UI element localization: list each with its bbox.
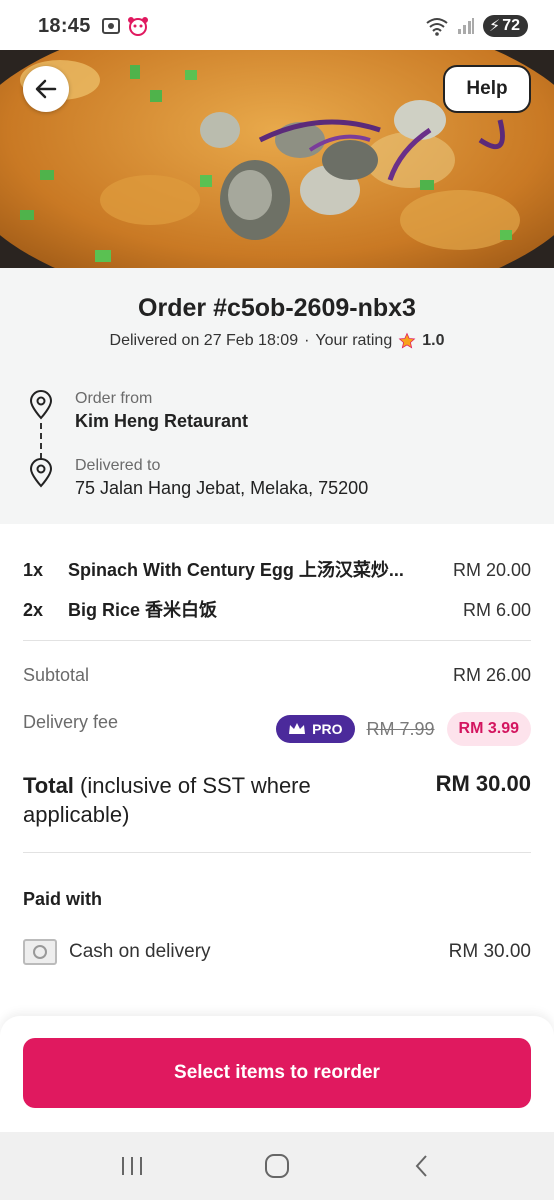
item-name: Big Rice 香米白饭 <box>68 600 218 620</box>
delivered-date: Delivered on 27 Feb 18:09 <box>109 332 299 349</box>
order-title: Order #c5ob-2609-nbx3 <box>138 294 416 322</box>
home-icon <box>264 1154 289 1178</box>
bolt-icon: ⚡ <box>488 18 501 35</box>
meta-separator: · <box>304 332 310 349</box>
route-line <box>40 423 42 459</box>
list-item: 1x Spinach With Century Egg 上汤汉菜炒... RM … <box>23 556 531 582</box>
delivery-fee-label: Delivery fee <box>23 712 119 732</box>
location-pin-icon <box>29 458 53 488</box>
payment-row: Cash on delivery RM 30.00 <box>23 939 531 965</box>
help-button[interactable]: Help <box>443 65 531 113</box>
order-from: Order from Kim Heng Retaurant <box>75 390 248 432</box>
restaurant-name: Kim Heng Retaurant <box>75 411 249 431</box>
delivered-to: Delivered to 75 Jalan Hang Jebat, Melaka… <box>75 457 368 499</box>
system-nav-bar <box>0 1132 554 1200</box>
location-pin-icon <box>29 390 53 420</box>
signal-icon <box>457 18 474 34</box>
original-delivery-fee: RM 7.99 <box>366 718 435 739</box>
item-quantity: 1x <box>23 560 44 580</box>
total-label-bold: Total <box>23 773 74 798</box>
cash-icon <box>23 939 57 965</box>
delivery-address: 75 Jalan Hang Jebat, Melaka, 75200 <box>75 478 369 498</box>
subtotal-value: RM 26.00 <box>452 665 531 685</box>
payment-amount: RM 30.00 <box>448 941 531 962</box>
total-label: Total (inclusive of SST where applicable… <box>23 771 363 829</box>
item-price: RM 6.00 <box>462 600 531 620</box>
reorder-button[interactable]: Select items to reorder <box>23 1038 531 1108</box>
wifi-icon <box>426 18 448 36</box>
crown-icon <box>289 723 306 734</box>
payment-method: Cash on delivery <box>69 941 211 962</box>
screen-recorder-icon <box>101 18 120 34</box>
foodpanda-icon <box>127 17 148 36</box>
battery-icon: ⚡ 72 <box>482 15 528 37</box>
pro-badge: PRO <box>276 715 355 743</box>
back-button[interactable] <box>23 66 69 112</box>
star-icon <box>398 332 416 349</box>
recent-apps-button[interactable] <box>108 1142 156 1190</box>
status-bar: 18:45 ⚡ 72 <box>0 0 554 52</box>
total-value: RM 30.00 <box>435 771 531 796</box>
discounted-delivery-fee: RM 3.99 <box>446 712 531 746</box>
order-header: Order #c5ob-2609-nbx3 Delivered on 27 Fe… <box>0 268 554 524</box>
system-back-button[interactable] <box>398 1142 446 1190</box>
rating-label: Your rating <box>315 332 393 349</box>
chevron-left-icon <box>415 1155 427 1177</box>
delivery-fee-row: Delivery fee PRO RM 7.99 RM 3.99 <box>23 712 531 746</box>
paid-with-title: Paid with <box>23 889 103 909</box>
item-quantity: 2x <box>23 600 44 620</box>
divider <box>23 852 531 853</box>
item-name: Spinach With Century Egg 上汤汉菜炒... <box>68 560 404 580</box>
battery-level: 72 <box>502 17 520 34</box>
order-meta: Delivered on 27 Feb 18:09 · Your rating … <box>0 332 554 350</box>
rating-value: 1.0 <box>422 332 445 349</box>
recent-apps-icon <box>122 1157 143 1175</box>
item-price: RM 20.00 <box>452 560 531 580</box>
pro-label: PRO <box>312 721 343 737</box>
arrow-left-icon <box>35 79 57 99</box>
subtotal-label: Subtotal <box>23 665 90 685</box>
delivered-to-label: Delivered to <box>75 457 161 474</box>
order-from-label: Order from <box>75 390 153 407</box>
divider <box>23 640 531 641</box>
list-item: 2x Big Rice 香米白饭 RM 6.00 <box>23 596 531 622</box>
subtotal-row: Subtotal RM 26.00 <box>23 665 531 686</box>
bottom-sheet: Select items to reorder <box>0 1016 554 1132</box>
home-button[interactable] <box>253 1142 301 1190</box>
status-time: 18:45 <box>38 14 91 37</box>
